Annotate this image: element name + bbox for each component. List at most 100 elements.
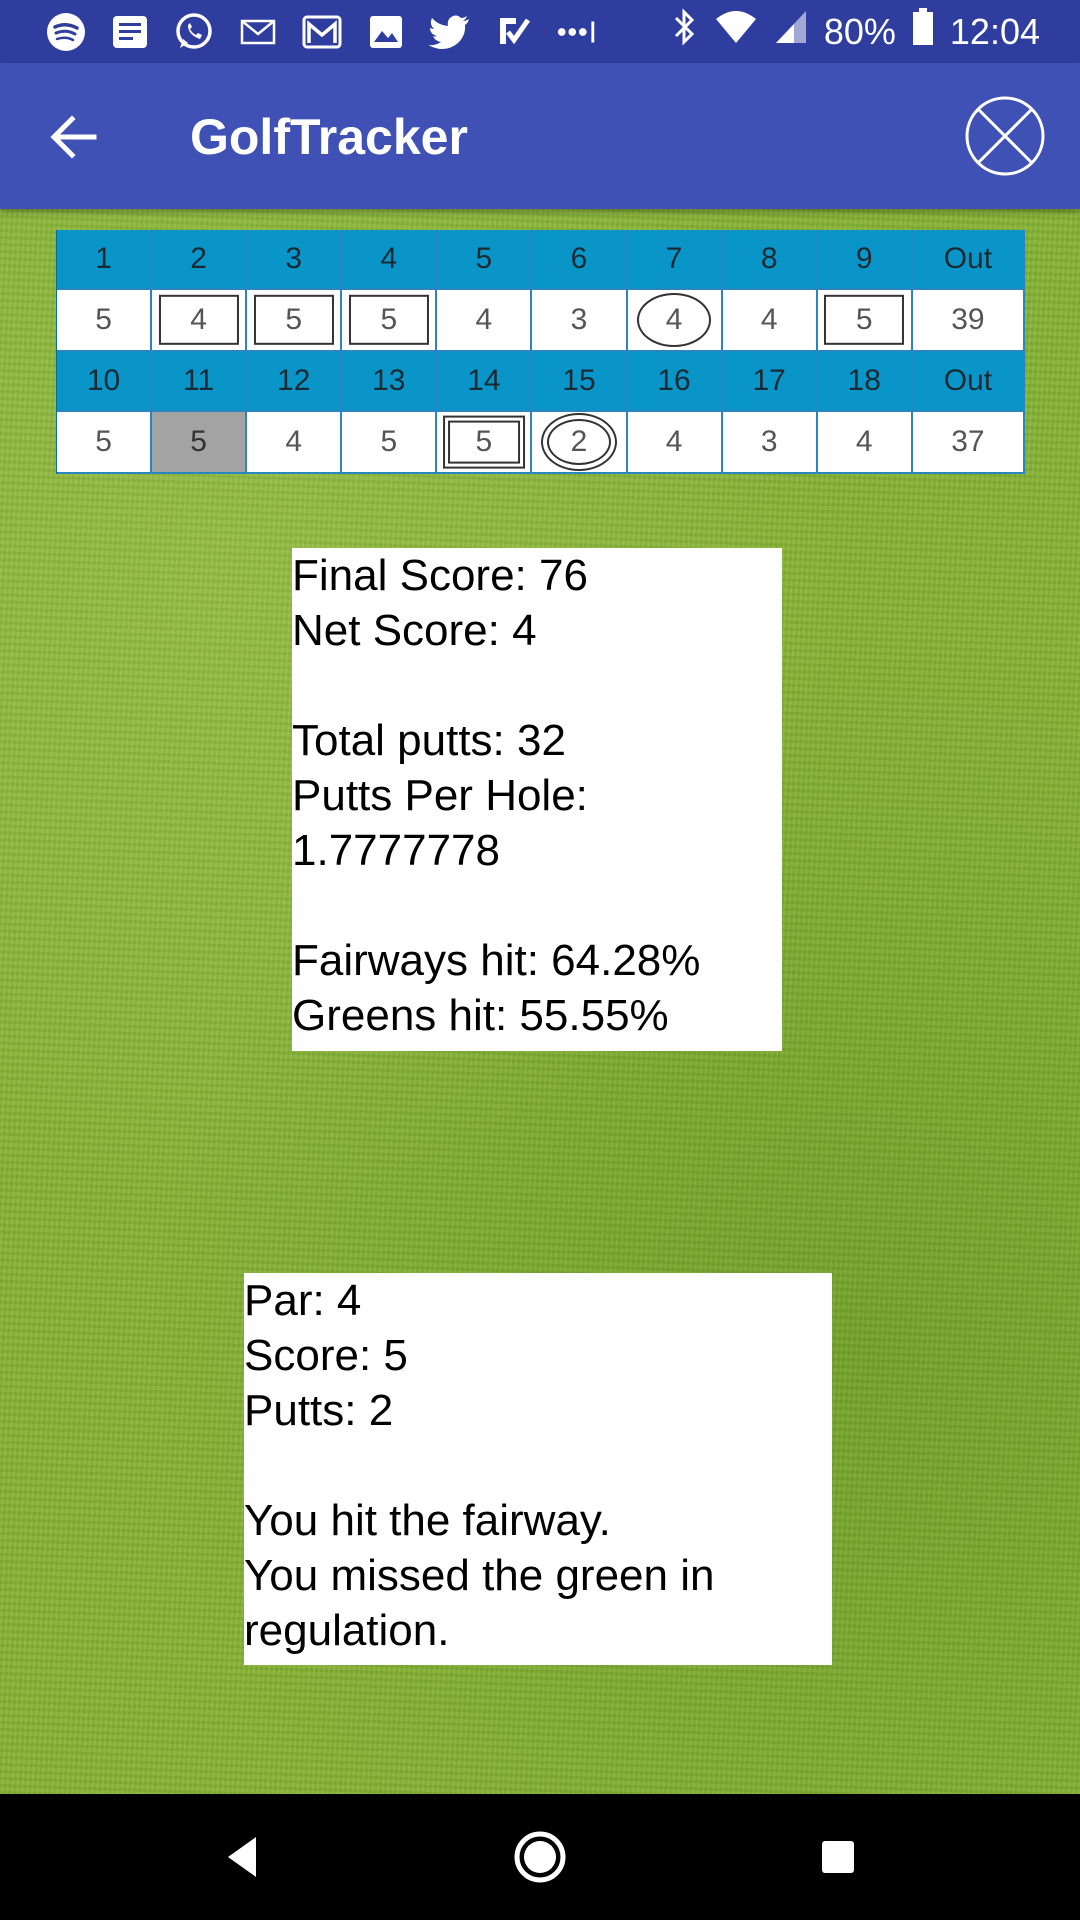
score-cell-hole-6[interactable]: 3 <box>532 290 628 352</box>
hole-score: Score: 5 <box>244 1331 408 1380</box>
news-icon <box>108 12 152 52</box>
greens-hit: Greens hit: 55.55% <box>292 991 669 1040</box>
hole-number-10: 10 <box>57 352 153 412</box>
score-cell-hole-10[interactable]: 5 <box>57 412 153 474</box>
score-cell-hole-13[interactable]: 5 <box>342 412 438 474</box>
score-value: 4 <box>665 425 683 458</box>
hole-number-5: 5 <box>437 230 533 290</box>
wifi-icon <box>714 9 758 54</box>
scorecard-grid: 1 2 3 4 5 6 7 8 9 Out 5 4 5 5 4 3 4 4 5 39 10 11 12 13 14 15 16 17 1… <box>56 230 1025 474</box>
score-total-front: 39 <box>912 290 1025 352</box>
score-value: 2 <box>570 425 588 458</box>
more-icon <box>556 12 600 52</box>
system-status: 80% 12:04 <box>672 7 1040 56</box>
hole-number-15: 15 <box>532 352 628 412</box>
close-circle-icon <box>965 96 1045 176</box>
score-value: 4 <box>855 425 873 458</box>
score-cell-hole-16[interactable]: 4 <box>627 412 723 474</box>
hole-detail-panel: Par: 4 Score: 5 Putts: 2 You hit the fai… <box>244 1273 832 1665</box>
hole-number-13: 13 <box>342 352 438 412</box>
hole-number-18: 18 <box>817 352 913 412</box>
score-value: 4 <box>285 425 303 458</box>
green-result-line2: regulation. <box>244 1606 450 1655</box>
nav-home-circle-icon <box>514 1831 566 1883</box>
battery-percent: 80% <box>823 10 896 52</box>
hole-number-8: 8 <box>722 230 818 290</box>
nav-recents-button[interactable] <box>808 1827 868 1887</box>
battery-icon <box>912 8 934 55</box>
hole-number-3: 3 <box>247 230 343 290</box>
score-value: 5 <box>95 425 112 458</box>
score-value: 5 <box>380 303 398 336</box>
whatsapp-icon <box>172 12 216 52</box>
score-cell-hole-11[interactable]: 5 <box>152 412 248 474</box>
score-cell-hole-7[interactable]: 4 <box>627 290 723 352</box>
hole-number-9: 9 <box>817 230 913 290</box>
score-cell-hole-8[interactable]: 4 <box>722 290 818 352</box>
checkmark-app-icon <box>492 12 536 52</box>
hole-number-out: Out <box>912 230 1025 290</box>
score-cell-hole-9[interactable]: 5 <box>817 290 913 352</box>
app-title: GolfTracker <box>190 109 468 165</box>
hole-number-16: 16 <box>627 352 723 412</box>
score-value: 5 <box>380 425 398 458</box>
score-value: 3 <box>760 425 778 458</box>
bluetooth-icon <box>672 7 698 56</box>
close-button[interactable] <box>965 96 1045 176</box>
fairway-result: You hit the fairway. <box>244 1496 611 1545</box>
nav-home-button[interactable] <box>510 1827 570 1887</box>
hole-number-out: Out <box>912 352 1025 412</box>
score-cell-hole-17[interactable]: 3 <box>722 412 818 474</box>
score-value: 3 <box>570 303 588 336</box>
fairways-hit: Fairways hit: 64.28% <box>292 936 701 985</box>
hole-number-2: 2 <box>152 230 248 290</box>
score-cell-hole-12[interactable]: 4 <box>247 412 343 474</box>
score-value: 4 <box>475 303 493 336</box>
score-value: 4 <box>760 303 778 336</box>
score-value: 5 <box>475 425 493 458</box>
notification-icons <box>44 12 600 52</box>
score-value: 5 <box>190 425 207 458</box>
score-value: 39 <box>951 303 985 336</box>
photo-icon <box>364 12 408 52</box>
navigation-bar <box>0 1794 1080 1920</box>
hole-par: Par: 4 <box>244 1276 362 1325</box>
final-score: Final Score: 76 <box>292 551 588 600</box>
net-score: Net Score: 4 <box>292 606 537 655</box>
round-summary-panel: Final Score: 76 Net Score: 4 Total putts… <box>292 548 782 1051</box>
score-cell-hole-4[interactable]: 5 <box>342 290 438 352</box>
twitter-icon <box>428 12 472 52</box>
score-value: 4 <box>665 303 683 336</box>
spotify-icon <box>44 12 88 52</box>
back-arrow-icon <box>50 115 97 159</box>
nav-back-button[interactable] <box>212 1827 272 1887</box>
hole-number-1: 1 <box>57 230 153 290</box>
putts-per-hole-value: 1.7777778 <box>292 826 500 875</box>
score-value: 37 <box>951 425 985 458</box>
clock: 12:04 <box>949 10 1040 52</box>
score-cell-hole-15[interactable]: 2 <box>532 412 628 474</box>
score-value: 5 <box>95 303 112 336</box>
nav-recents-square-icon <box>822 1841 854 1873</box>
score-cell-hole-2[interactable]: 4 <box>152 290 248 352</box>
score-cell-hole-3[interactable]: 5 <box>247 290 343 352</box>
score-value: 5 <box>855 303 873 336</box>
app-bar: GolfTracker <box>0 63 1080 209</box>
hole-number-4: 4 <box>342 230 438 290</box>
back-button[interactable] <box>44 107 104 167</box>
green-result-line1: You missed the green in <box>244 1551 715 1600</box>
signal-icon <box>774 9 808 54</box>
score-total-back: 37 <box>912 412 1025 474</box>
hole-number-17: 17 <box>722 352 818 412</box>
status-bar: 80% 12:04 <box>0 0 1080 63</box>
hole-number-6: 6 <box>532 230 628 290</box>
hole-number-12: 12 <box>247 352 343 412</box>
score-cell-hole-5[interactable]: 4 <box>437 290 533 352</box>
score-cell-hole-14[interactable]: 5 <box>437 412 533 474</box>
score-cell-hole-18[interactable]: 4 <box>817 412 913 474</box>
score-cell-hole-1[interactable]: 5 <box>57 290 153 352</box>
hole-number-11: 11 <box>152 352 248 412</box>
putts-per-hole-label: Putts Per Hole: <box>292 771 588 820</box>
hole-putts: Putts: 2 <box>244 1386 394 1435</box>
mail-icon <box>236 12 280 52</box>
